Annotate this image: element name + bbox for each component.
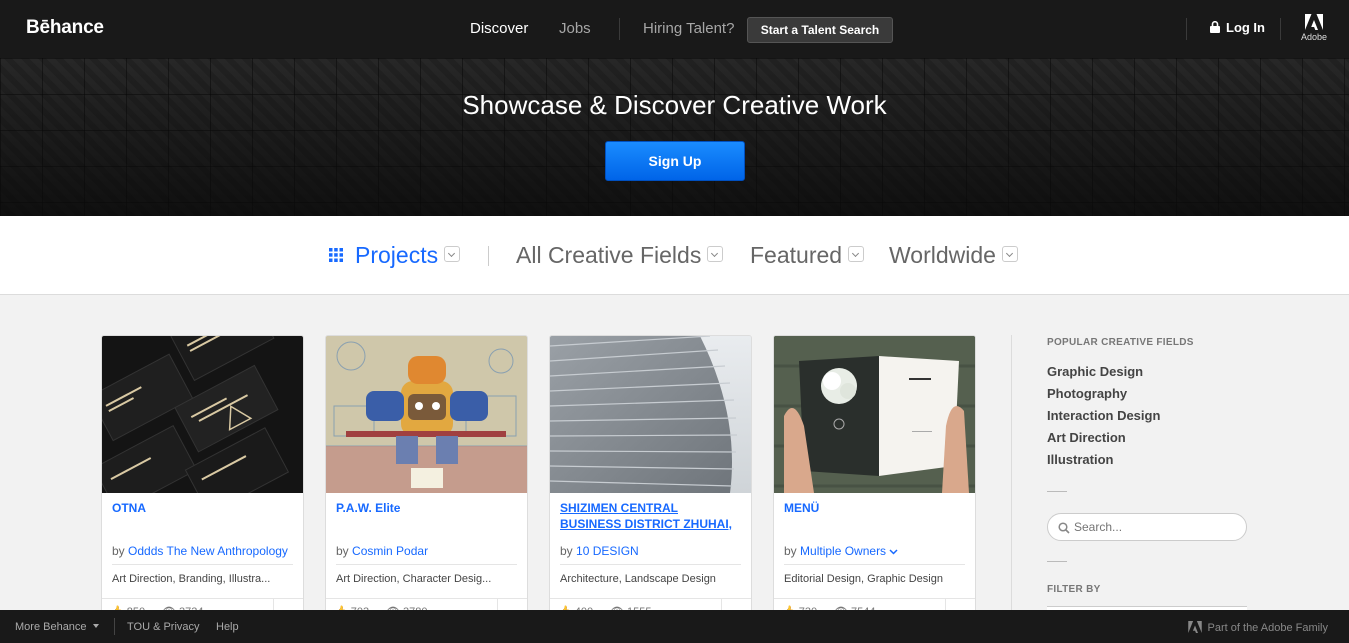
project-card[interactable]: P.A.W. Elite by Cosmin Podar Art Directi… xyxy=(325,335,528,625)
owner-link[interactable]: Multiple Owners xyxy=(800,544,886,558)
nav-discover[interactable]: Discover xyxy=(470,20,528,37)
adobe-icon xyxy=(1305,14,1323,30)
sidebar-field-photography[interactable]: Photography xyxy=(1047,386,1127,401)
filter-divider xyxy=(488,246,489,266)
adobe-family-link[interactable]: Part of the Adobe Family xyxy=(1187,621,1328,634)
sidebar-field-interaction-design[interactable]: Interaction Design xyxy=(1047,408,1160,423)
popular-fields-heading: POPULAR CREATIVE FIELDS xyxy=(1047,337,1194,348)
tou-privacy-link[interactable]: TOU & Privacy xyxy=(127,621,200,633)
project-card[interactable]: MENÜ by Multiple Owners Editorial Design… xyxy=(773,335,976,625)
sign-up-button[interactable]: Sign Up xyxy=(605,141,745,181)
grid-icon xyxy=(329,248,343,267)
project-thumbnail[interactable] xyxy=(102,336,303,493)
top-navigation: Bēhance Discover Jobs Hiring Talent? Sta… xyxy=(0,0,1349,58)
login-link[interactable]: Log In xyxy=(1210,20,1265,36)
project-thumbnail[interactable] xyxy=(326,336,527,493)
filter-featured-dropdown[interactable]: Featured xyxy=(750,242,865,269)
project-owner: by Multiple Owners xyxy=(784,544,898,558)
lock-icon xyxy=(1210,20,1220,36)
footer: More Behance TOU & Privacy Help Part of … xyxy=(0,610,1349,643)
project-title[interactable]: OTNA xyxy=(112,500,292,516)
login-label: Log In xyxy=(1226,20,1265,35)
owner-link[interactable]: 10 DESIGN xyxy=(576,544,639,558)
filter-projects-dropdown[interactable]: Projects xyxy=(355,242,461,269)
project-title[interactable]: SHIZIMEN CENTRAL BUSINESS DISTRICT ZHUHA… xyxy=(560,500,740,532)
project-thumbnail[interactable] xyxy=(774,336,975,493)
owner-link[interactable]: Cosmin Podar xyxy=(352,544,428,558)
search-input[interactable] xyxy=(1074,519,1234,535)
project-card[interactable]: SHIZIMEN CENTRAL BUSINESS DISTRICT ZHUHA… xyxy=(549,335,752,625)
project-title[interactable]: P.A.W. Elite xyxy=(336,500,516,516)
owner-link[interactable]: Oddds The New Anthropology xyxy=(128,544,288,558)
start-talent-search-button[interactable]: Start a Talent Search xyxy=(747,17,893,43)
filter-worldwide-dropdown[interactable]: Worldwide xyxy=(889,242,1018,269)
adobe-icon xyxy=(1187,621,1202,633)
hero-banner: Showcase & Discover Creative Work Sign U… xyxy=(0,58,1349,216)
chevron-down-icon xyxy=(848,246,865,262)
more-behance-menu[interactable]: More Behance xyxy=(15,621,99,633)
project-owner: by 10 DESIGN xyxy=(560,544,639,558)
hero-title: Showcase & Discover Creative Work xyxy=(462,90,887,120)
chevron-down-icon xyxy=(707,246,724,262)
filter-projects-label: Projects xyxy=(355,242,439,268)
project-thumbnail[interactable] xyxy=(550,336,751,493)
filter-featured-label: Featured xyxy=(750,242,843,268)
adobe-label: Adobe xyxy=(1300,32,1328,42)
sidebar-field-graphic-design[interactable]: Graphic Design xyxy=(1047,364,1143,379)
filter-fields-label: All Creative Fields xyxy=(516,242,702,268)
filter-worldwide-label: Worldwide xyxy=(889,242,996,268)
sidebar-field-art-direction[interactable]: Art Direction xyxy=(1047,430,1126,445)
chevron-down-icon xyxy=(1001,246,1018,262)
project-fields: Art Direction, Character Desig... xyxy=(336,573,492,585)
project-fields: Architecture, Landscape Design xyxy=(560,573,716,585)
nav-divider xyxy=(1280,18,1281,40)
caret-down-icon xyxy=(92,624,99,628)
project-owner: by Cosmin Podar xyxy=(336,544,429,558)
nav-jobs[interactable]: Jobs xyxy=(559,20,591,37)
project-card[interactable]: OTNA by Oddds The New Anthropology Art D… xyxy=(101,335,304,625)
sidebar-field-illustration[interactable]: Illustration xyxy=(1047,452,1113,467)
project-owner: by Oddds The New Anthropology xyxy=(112,544,288,558)
chevron-down-icon[interactable] xyxy=(889,544,898,558)
project-fields: Art Direction, Branding, Illustra... xyxy=(112,573,271,585)
help-link[interactable]: Help xyxy=(216,621,239,633)
nav-divider xyxy=(1186,18,1187,40)
sidebar-search[interactable] xyxy=(1047,513,1247,541)
search-icon xyxy=(1058,521,1070,539)
adobe-logo[interactable]: Adobe xyxy=(1298,14,1330,42)
filter-by-heading: FILTER BY xyxy=(1047,584,1101,595)
nav-divider xyxy=(619,18,620,40)
sidebar-divider xyxy=(1011,335,1012,610)
filter-creative-fields-dropdown[interactable]: All Creative Fields xyxy=(516,242,724,269)
nav-hiring-talent[interactable]: Hiring Talent? xyxy=(643,20,734,37)
chevron-down-icon xyxy=(444,246,461,262)
project-title[interactable]: MENÜ xyxy=(784,500,964,516)
project-fields: Editorial Design, Graphic Design xyxy=(784,573,943,585)
behance-logo[interactable]: Bēhance xyxy=(26,17,104,39)
